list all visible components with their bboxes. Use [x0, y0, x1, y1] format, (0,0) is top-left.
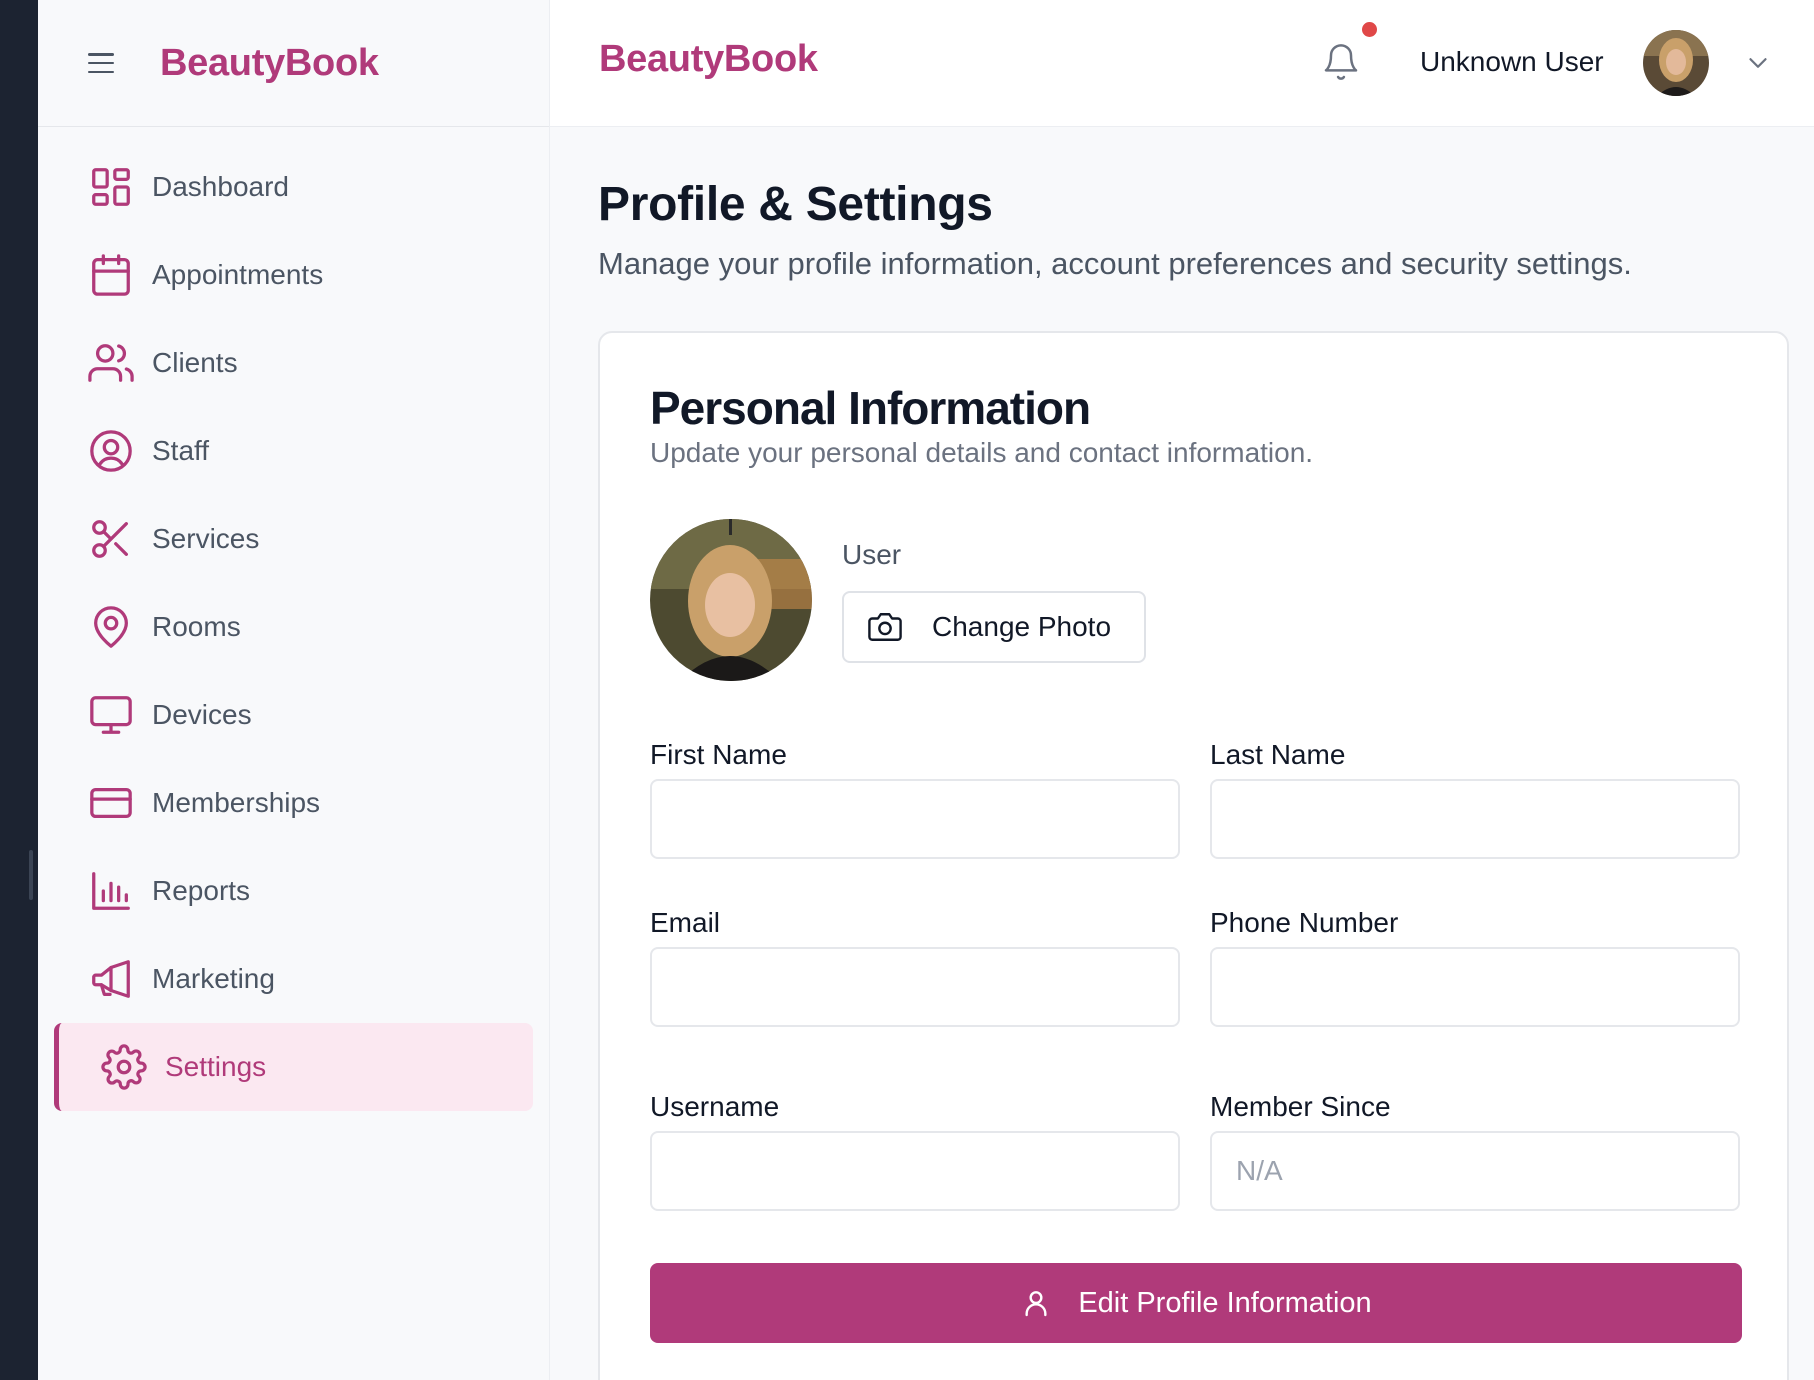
sidebar-item-services[interactable]: Services — [38, 495, 549, 583]
window-edge — [0, 0, 38, 1380]
username-field[interactable] — [650, 1131, 1180, 1211]
menu-icon[interactable] — [88, 53, 114, 73]
sidebar-item-label: Dashboard — [152, 171, 289, 202]
megaphone-icon — [88, 956, 134, 1002]
top-bar: BeautyBook Unknown User — [550, 0, 1814, 127]
phone-field[interactable] — [1210, 947, 1740, 1027]
header-brand[interactable]: BeautyBook — [599, 38, 818, 81]
sidebar-header: BeautyBook — [38, 0, 549, 127]
sidebar-item-memberships[interactable]: Memberships — [38, 759, 549, 847]
chevron-down-icon[interactable] — [1743, 48, 1773, 78]
page-subtitle: Manage your profile information, account… — [598, 246, 1632, 281]
last-name-field[interactable] — [1210, 779, 1740, 859]
avatar[interactable] — [1643, 30, 1709, 96]
edit-profile-button[interactable]: Edit Profile Information — [650, 1263, 1742, 1343]
profile-photo — [650, 519, 812, 681]
bell-icon[interactable] — [1321, 42, 1361, 82]
bar-chart-icon — [88, 868, 134, 914]
map-pin-icon — [88, 604, 134, 650]
dashboard-grid-icon — [88, 164, 134, 210]
credit-card-icon — [88, 780, 134, 826]
member-since-label: Member Since — [1210, 1091, 1391, 1122]
card-subtitle: Update your personal details and contact… — [650, 437, 1314, 468]
sidebar: BeautyBook Dashboard Appointments Client… — [38, 0, 550, 1380]
sidebar-item-dashboard[interactable]: Dashboard — [38, 143, 549, 231]
main-content: Profile & Settings Manage your profile i… — [598, 127, 1789, 1380]
page-title: Profile & Settings — [598, 178, 993, 231]
sidebar-item-marketing[interactable]: Marketing — [38, 935, 549, 1023]
notification-dot — [1362, 22, 1377, 37]
sidebar-item-label: Memberships — [152, 787, 321, 818]
first-name-field[interactable] — [650, 779, 1180, 859]
email-field[interactable] — [650, 947, 1180, 1027]
change-photo-button[interactable]: Change Photo — [842, 591, 1146, 663]
sidebar-brand[interactable]: BeautyBook — [160, 42, 379, 85]
sidebar-item-appointments[interactable]: Appointments — [38, 231, 549, 319]
user-role: User — [842, 539, 902, 570]
gear-icon — [101, 1044, 147, 1090]
user-name[interactable]: Unknown User — [1420, 46, 1604, 78]
user-icon — [1025, 1291, 1047, 1317]
change-photo-label: Change Photo — [932, 611, 1112, 642]
calendar-icon — [88, 252, 134, 298]
sidebar-item-reports[interactable]: Reports — [38, 847, 549, 935]
member-since-field[interactable] — [1210, 1131, 1740, 1211]
personal-information-card: Personal Information Update your persona… — [598, 331, 1789, 1380]
sidebar-item-devices[interactable]: Devices — [38, 671, 549, 759]
edit-profile-label: Edit Profile Information — [1078, 1286, 1372, 1319]
sidebar-item-label: Reports — [152, 875, 251, 906]
phone-label: Phone Number — [1210, 907, 1399, 938]
user-circle-icon — [88, 428, 134, 474]
sidebar-nav: Dashboard Appointments Clients Staff Ser… — [38, 127, 549, 1111]
sidebar-item-label: Staff — [152, 435, 210, 466]
scissors-icon — [88, 516, 134, 562]
sidebar-item-label: Clients — [152, 347, 238, 378]
monitor-icon — [88, 692, 134, 738]
username-label: Username — [650, 1091, 780, 1122]
sidebar-item-label: Marketing — [152, 963, 275, 994]
resize-handle[interactable] — [29, 850, 33, 900]
sidebar-item-rooms[interactable]: Rooms — [38, 583, 549, 671]
last-name-label: Last Name — [1210, 739, 1346, 770]
users-icon — [88, 340, 134, 386]
sidebar-item-label: Appointments — [152, 259, 324, 290]
sidebar-item-label: Rooms — [152, 611, 241, 642]
sidebar-item-staff[interactable]: Staff — [38, 407, 549, 495]
sidebar-item-label: Settings — [165, 1051, 267, 1082]
camera-icon — [868, 613, 902, 641]
sidebar-item-label: Devices — [152, 699, 252, 730]
first-name-label: First Name — [650, 739, 787, 770]
email-label: Email — [650, 907, 721, 938]
sidebar-item-clients[interactable]: Clients — [38, 319, 549, 407]
card-title: Personal Information — [650, 382, 1091, 434]
sidebar-item-settings[interactable]: Settings — [54, 1023, 533, 1111]
sidebar-item-label: Services — [152, 523, 260, 554]
